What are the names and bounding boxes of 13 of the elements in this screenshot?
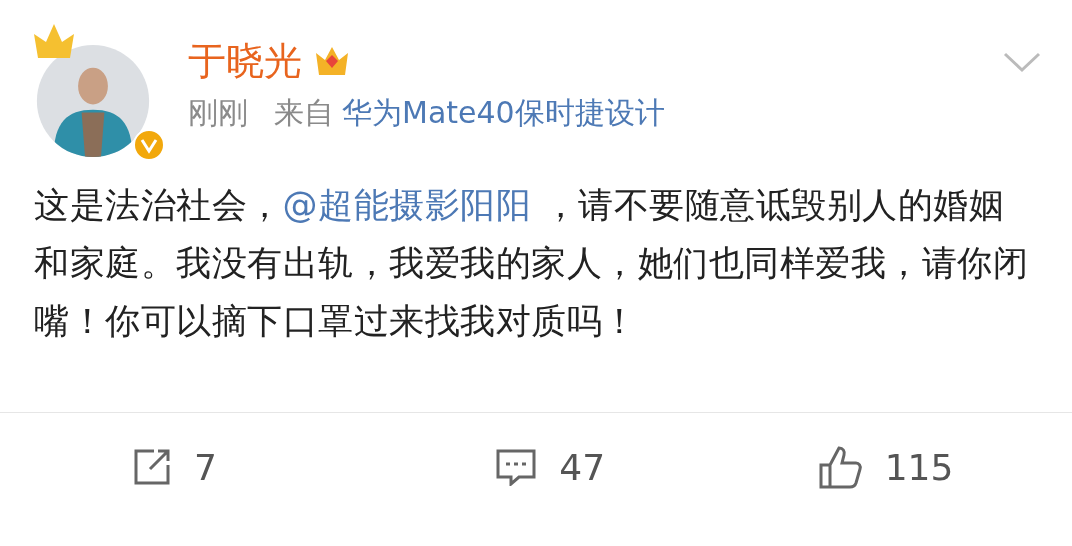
mention-link[interactable]: @超能摄影阳阳: [282, 185, 531, 225]
chevron-down-icon[interactable]: [1002, 50, 1042, 74]
like-count: 115: [884, 446, 954, 488]
repost-count: 7: [194, 446, 217, 488]
user-name[interactable]: 于晓光: [188, 42, 302, 80]
comment-icon: [495, 448, 538, 486]
share-icon: [132, 447, 172, 487]
post-time: 刚刚: [188, 98, 248, 128]
thumbs-up-icon: [818, 445, 863, 489]
source-link[interactable]: 华为Mate40保时捷设计: [342, 98, 665, 128]
comment-count: 47: [559, 446, 606, 488]
source-label: 来自: [274, 98, 334, 128]
post-text: 这是法治社会，@超能摄影阳阳 ，请不要随意诋毁别人的婚姻和家庭。我没有出轨，我爱我的家人，她们也同样爱我，请你闭嘴！你可以摘下口罩过来找我对质吗！: [34, 184, 1029, 343]
